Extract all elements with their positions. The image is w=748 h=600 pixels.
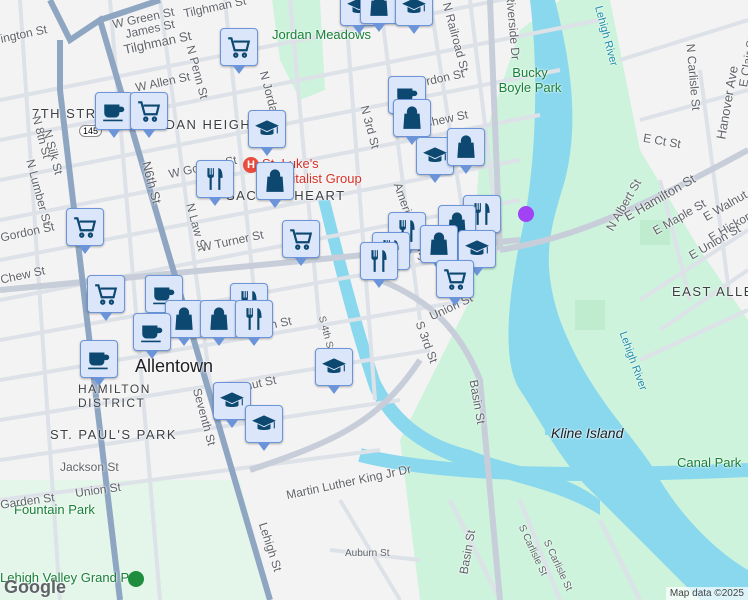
food-icon xyxy=(241,306,267,332)
kline-island-label[interactable]: Kline Island xyxy=(551,425,623,441)
bag-icon xyxy=(206,306,232,332)
bag-icon xyxy=(453,134,479,160)
school-icon xyxy=(321,354,347,380)
map-marker-school[interactable] xyxy=(395,0,433,34)
map-marker-coffee[interactable] xyxy=(133,313,171,359)
map-marker-cart[interactable] xyxy=(66,208,104,254)
map-marker-food[interactable] xyxy=(196,160,234,206)
street-label: Jackson St xyxy=(60,460,119,474)
museum-icon[interactable] xyxy=(518,206,534,222)
school-icon xyxy=(401,0,427,20)
district-st-pauls-park: ST. PAUL'S PARK xyxy=(50,427,178,442)
google-logo: Google xyxy=(4,577,66,597)
map-marker-cart[interactable] xyxy=(130,92,168,138)
map-marker-cart[interactable] xyxy=(220,28,258,74)
district-east-allentown: EAST ALLEN xyxy=(672,284,748,299)
school-icon xyxy=(219,388,245,414)
cart-icon xyxy=(93,281,119,307)
map-marker-school[interactable] xyxy=(245,405,283,451)
map-marker-coffee[interactable] xyxy=(80,340,118,386)
map-marker-bag[interactable] xyxy=(420,225,458,271)
cart-icon xyxy=(136,98,162,124)
park-pin-icon[interactable] xyxy=(128,571,144,587)
bag-icon xyxy=(171,306,197,332)
map-marker-bag[interactable] xyxy=(447,128,485,174)
school-icon xyxy=(464,236,490,262)
cart-icon xyxy=(442,266,468,292)
cart-icon xyxy=(72,214,98,240)
map-marker-bag[interactable] xyxy=(360,0,398,32)
map-marker-food[interactable] xyxy=(360,242,398,288)
map-marker-food[interactable] xyxy=(235,300,273,346)
coffee-icon xyxy=(86,346,112,372)
street-label: Auburn St xyxy=(345,548,390,559)
school-icon xyxy=(251,411,277,437)
map-marker-bag[interactable] xyxy=(393,99,431,145)
park-canal[interactable]: Canal Park xyxy=(677,455,741,470)
bag-icon xyxy=(399,105,425,131)
coffee-icon xyxy=(139,319,165,345)
map-marker-coffee[interactable] xyxy=(95,92,133,138)
food-icon xyxy=(366,248,392,274)
food-icon xyxy=(202,166,228,192)
map-marker-bag[interactable] xyxy=(256,162,294,208)
map-marker-bag[interactable] xyxy=(200,300,238,346)
cart-icon xyxy=(288,226,314,252)
bag-icon xyxy=(262,168,288,194)
map-attribution[interactable]: Map data ©2025 xyxy=(665,587,748,600)
map-marker-cart[interactable] xyxy=(87,275,125,321)
bag-icon xyxy=(426,231,452,257)
coffee-icon xyxy=(101,98,127,124)
park-bucky-boyle[interactable]: Bucky Boyle Park xyxy=(495,65,565,95)
cart-icon xyxy=(226,34,252,60)
school-icon xyxy=(422,143,448,169)
map-marker-cart[interactable] xyxy=(282,220,320,266)
map-marker-cart[interactable] xyxy=(436,260,474,306)
bag-icon xyxy=(366,0,392,18)
city-label: Allentown xyxy=(135,356,214,376)
school-icon xyxy=(254,116,280,142)
map-marker-school[interactable] xyxy=(315,348,353,394)
district-hamilton: HAMILTON DISTRICT xyxy=(78,382,151,410)
map-marker-school[interactable] xyxy=(248,110,286,156)
